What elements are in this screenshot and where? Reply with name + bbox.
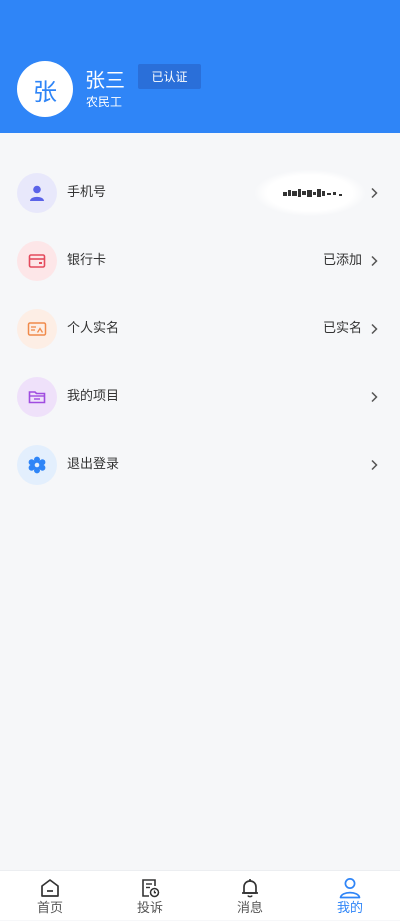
tab-complaint[interactable]: 投诉	[100, 871, 200, 921]
menu-item-my-projects[interactable]: 我的项目	[0, 364, 400, 432]
user-icon	[339, 878, 361, 899]
settings-icon	[17, 445, 57, 485]
tab-mine[interactable]: 我的	[300, 871, 400, 921]
bell-icon	[242, 879, 258, 898]
home-icon	[41, 879, 59, 897]
chevron-right-icon	[371, 459, 378, 471]
menu-item-label: 个人实名	[67, 321, 120, 336]
avatar[interactable]: 张	[17, 61, 73, 117]
profile-menu: 手机号 银行卡 已添加 个人实名 已实名 我的项目 退出登录	[0, 160, 400, 500]
id-card-icon	[17, 309, 57, 349]
user-role: 农民工	[86, 95, 123, 109]
menu-item-label: 银行卡	[67, 253, 107, 268]
menu-item-bank-card[interactable]: 银行卡 已添加	[0, 228, 400, 296]
verified-badge: 已认证	[138, 64, 201, 89]
chevron-right-icon	[371, 255, 378, 267]
tab-label: 首页	[36, 901, 63, 916]
tab-home[interactable]: 首页	[0, 871, 100, 921]
menu-item-logout[interactable]: 退出登录	[0, 432, 400, 500]
menu-item-label: 我的项目	[67, 389, 120, 404]
menu-item-real-name[interactable]: 个人实名 已实名	[0, 296, 400, 364]
tab-messages[interactable]: 消息	[200, 871, 300, 921]
phone-value-masked	[255, 170, 365, 216]
user-name: 张三	[85, 68, 125, 92]
chevron-right-icon	[371, 391, 378, 403]
chevron-right-icon	[371, 187, 378, 199]
menu-item-phone[interactable]: 手机号	[0, 160, 400, 228]
menu-item-value: 已添加	[322, 253, 362, 268]
tab-label: 消息	[236, 901, 263, 916]
tab-label: 投诉	[136, 901, 163, 916]
bottom-tab-bar: 首页 投诉 消息 我的	[0, 870, 400, 920]
wallet-icon	[17, 241, 57, 281]
complaint-icon	[142, 879, 160, 898]
menu-item-label: 手机号	[67, 185, 107, 200]
menu-item-label: 退出登录	[67, 457, 120, 472]
chevron-right-icon	[371, 323, 378, 335]
profile-header: 张 张三 农民工 已认证	[0, 0, 400, 133]
tab-label: 我的	[336, 901, 363, 916]
folder-icon	[17, 377, 57, 417]
user-icon	[17, 173, 57, 213]
menu-item-value: 已实名	[322, 321, 362, 336]
